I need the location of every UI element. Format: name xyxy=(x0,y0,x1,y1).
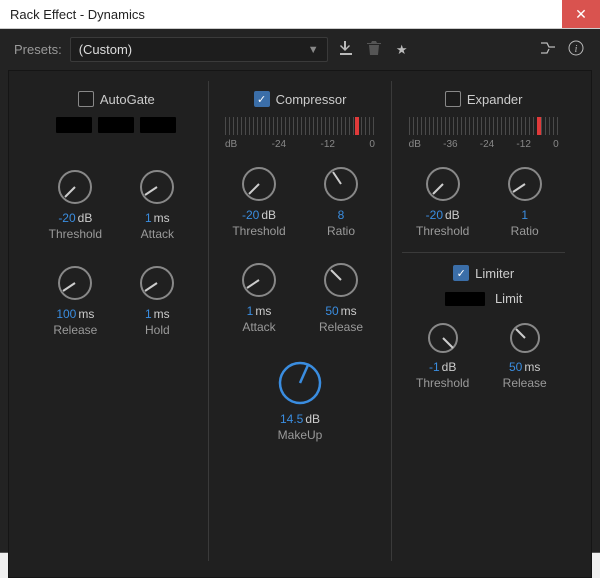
presets-label: Presets: xyxy=(14,42,62,57)
compressor-title: Compressor xyxy=(276,92,347,107)
presets-value: (Custom) xyxy=(79,42,132,57)
trash-icon xyxy=(367,40,381,59)
compressor-release-knob[interactable] xyxy=(321,260,361,300)
expander-ratio-knob[interactable] xyxy=(505,164,545,204)
autogate-toggle[interactable]: AutoGate xyxy=(78,91,155,107)
rack-effect-window: Rack Effect - Dynamics ✕ Presets: (Custo… xyxy=(0,0,600,552)
compressor-meter-labels: dB -24 -12 0 xyxy=(225,139,375,150)
routing-icon xyxy=(540,41,556,58)
limiter-threshold-label: Threshold xyxy=(416,376,469,390)
compressor-checkbox: ✓ xyxy=(254,91,270,107)
compressor-attack-label: Attack xyxy=(242,320,275,334)
limiter-checkbox: ✓ xyxy=(453,265,469,281)
autogate-release-label: Release xyxy=(53,323,97,337)
compressor-toggle[interactable]: ✓ Compressor xyxy=(254,91,347,107)
expander-meter xyxy=(409,117,559,135)
limiter-release-knob[interactable] xyxy=(507,320,543,356)
autogate-threshold-label: Threshold xyxy=(49,227,102,241)
limiter-toggle[interactable]: ✓ Limiter xyxy=(453,265,514,281)
favorite-button[interactable]: ★ xyxy=(392,40,412,60)
save-preset-button[interactable] xyxy=(336,40,356,60)
info-icon: i xyxy=(568,40,584,59)
compressor-ratio-label: Ratio xyxy=(327,224,355,238)
expander-title: Expander xyxy=(467,92,523,107)
expander-panel: Expander dB -36 -24 -12 0 -20dB Thre xyxy=(392,81,575,561)
compressor-makeup-knob[interactable] xyxy=(275,358,325,408)
limiter-indicator: Limit xyxy=(445,291,522,306)
limiter-threshold-knob[interactable] xyxy=(425,320,461,356)
expander-meter-labels: dB -36 -24 -12 0 xyxy=(409,139,559,150)
svg-text:i: i xyxy=(575,44,578,55)
limiter-release-label: Release xyxy=(503,376,547,390)
compressor-panel: ✓ Compressor dB -24 -12 0 -20dB Thre xyxy=(209,81,393,561)
autogate-threshold-knob[interactable] xyxy=(55,167,95,207)
compressor-makeup-label: MakeUp xyxy=(278,428,323,442)
autogate-indicator xyxy=(56,117,176,133)
expander-checkbox xyxy=(445,91,461,107)
compressor-ratio-knob[interactable] xyxy=(321,164,361,204)
compressor-release-label: Release xyxy=(319,320,363,334)
limiter-title: Limiter xyxy=(475,266,514,281)
compressor-threshold-knob[interactable] xyxy=(239,164,279,204)
compressor-attack-knob[interactable] xyxy=(239,260,279,300)
download-icon xyxy=(338,40,354,59)
autogate-panel: AutoGate -20dB Threshold xyxy=(25,81,209,561)
effect-body: AutoGate -20dB Threshold xyxy=(8,70,592,578)
compressor-threshold-label: Threshold xyxy=(232,224,285,238)
expander-ratio-label: Ratio xyxy=(511,224,539,238)
limiter-panel: ✓ Limiter Limit -1dB Threshold xyxy=(402,252,565,390)
star-icon: ★ xyxy=(396,42,408,58)
expander-threshold-knob[interactable] xyxy=(423,164,463,204)
close-button[interactable]: ✕ xyxy=(562,0,600,28)
compressor-meter xyxy=(225,117,375,135)
window-title: Rack Effect - Dynamics xyxy=(10,7,145,22)
toolbar: Presets: (Custom) ▼ ★ i xyxy=(0,29,600,70)
expander-toggle[interactable]: Expander xyxy=(445,91,523,107)
autogate-title: AutoGate xyxy=(100,92,155,107)
titlebar: Rack Effect - Dynamics ✕ xyxy=(0,0,600,29)
routing-button[interactable] xyxy=(538,40,558,60)
autogate-hold-label: Hold xyxy=(145,323,170,337)
autogate-release-knob[interactable] xyxy=(55,263,95,303)
limiter-limit-label: Limit xyxy=(495,291,522,306)
autogate-attack-knob[interactable] xyxy=(137,167,177,207)
autogate-hold-knob[interactable] xyxy=(137,263,177,303)
info-button[interactable]: i xyxy=(566,40,586,60)
autogate-attack-label: Attack xyxy=(141,227,174,241)
autogate-checkbox xyxy=(78,91,94,107)
expander-threshold-label: Threshold xyxy=(416,224,469,238)
delete-preset-button[interactable] xyxy=(364,40,384,60)
presets-dropdown[interactable]: (Custom) ▼ xyxy=(70,37,328,62)
chevron-down-icon: ▼ xyxy=(308,44,319,56)
close-icon: ✕ xyxy=(575,6,587,23)
